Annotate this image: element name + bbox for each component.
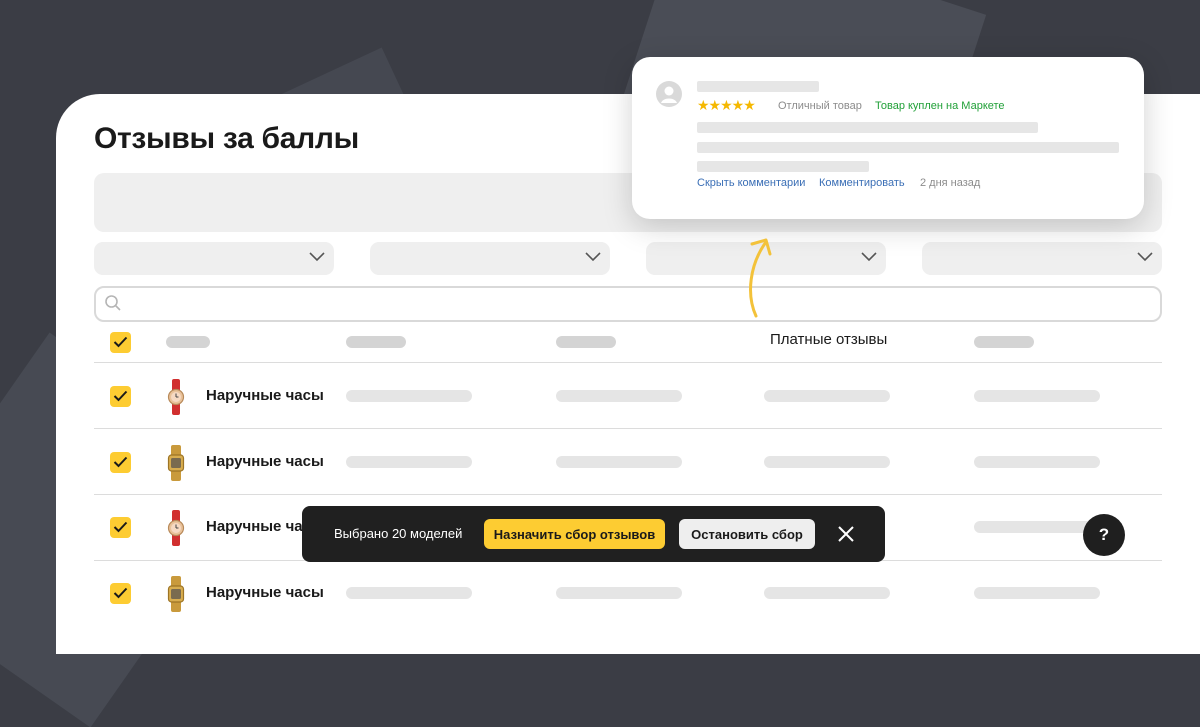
chevron-down-icon: [861, 252, 877, 262]
row-divider: [94, 494, 1162, 495]
cell-placeholder: [346, 390, 472, 402]
row-checkbox[interactable]: [110, 583, 131, 604]
review-text-placeholder: [697, 161, 869, 172]
chevron-down-icon: [309, 252, 325, 262]
watch-red-icon: [167, 379, 185, 415]
close-icon[interactable]: [836, 524, 856, 544]
chevron-down-icon: [585, 252, 601, 262]
cell-placeholder: [764, 587, 890, 599]
review-text-placeholder: [697, 142, 1119, 153]
watch-gold-icon: [167, 445, 185, 481]
product-name[interactable]: Наручные часы: [206, 584, 324, 601]
select-all-checkbox[interactable]: [110, 332, 131, 353]
search-icon: [105, 295, 121, 311]
cell-placeholder: [764, 390, 890, 402]
watch-gold-icon: [167, 576, 185, 612]
cell-placeholder: [556, 390, 682, 402]
help-button[interactable]: ?: [1083, 514, 1125, 556]
filter-dropdown[interactable]: [370, 242, 610, 275]
cell-placeholder: [346, 587, 472, 599]
row-checkbox[interactable]: [110, 386, 131, 407]
review-card: ★★★★★ Отличный товар Товар куплен на Мар…: [632, 57, 1144, 219]
cell-placeholder: [974, 587, 1100, 599]
cell-placeholder: [974, 521, 1100, 533]
product-name[interactable]: Наручные часы: [206, 387, 324, 404]
chevron-down-icon: [1137, 252, 1153, 262]
hide-comments-link[interactable]: Скрыть комментарии: [697, 177, 805, 189]
cell-placeholder: [556, 456, 682, 468]
row-checkbox[interactable]: [110, 517, 131, 538]
cell-placeholder: [764, 456, 890, 468]
search-input[interactable]: [94, 286, 1162, 322]
review-text-placeholder: [697, 122, 1038, 133]
check-icon: [113, 390, 128, 402]
check-icon: [113, 587, 128, 599]
user-avatar-icon: [656, 81, 682, 107]
check-icon: [113, 336, 128, 348]
rating-stars: ★★★★★: [697, 97, 756, 113]
page-title: Отзывы за баллы: [94, 122, 359, 155]
cell-placeholder: [346, 456, 472, 468]
cell-placeholder: [974, 390, 1100, 402]
arrow-up-icon: [749, 238, 772, 318]
row-divider: [94, 362, 1162, 363]
column-header-placeholder: [346, 336, 406, 348]
review-date: 2 дня назад: [920, 177, 981, 189]
filter-dropdown[interactable]: [922, 242, 1162, 275]
rating-label: Отличный товар: [778, 100, 862, 112]
row-divider: [94, 428, 1162, 429]
stop-collection-button[interactable]: Остановить сбор: [679, 519, 815, 549]
filter-dropdown[interactable]: [94, 242, 334, 275]
cell-placeholder: [974, 456, 1100, 468]
check-icon: [113, 521, 128, 533]
cell-placeholder: [556, 587, 682, 599]
check-icon: [113, 456, 128, 468]
column-header-placeholder: [974, 336, 1034, 348]
row-checkbox[interactable]: [110, 452, 131, 473]
comment-link[interactable]: Комментировать: [819, 177, 905, 189]
selected-count-text: Выбрано 20 моделей: [334, 526, 463, 541]
paid-reviews-column-header[interactable]: Платные отзывы: [770, 331, 887, 348]
watch-red-icon: [167, 510, 185, 546]
verified-purchase-badge: Товар куплен на Маркете: [875, 100, 1005, 112]
product-name[interactable]: Наручные часы: [206, 453, 324, 470]
assign-review-collection-button[interactable]: Назначить сбор отзывов: [484, 519, 665, 549]
column-header-placeholder: [556, 336, 616, 348]
author-name-placeholder: [697, 81, 819, 92]
column-header-placeholder: [166, 336, 210, 348]
selection-action-bar: Выбрано 20 моделей Назначить сбор отзыво…: [302, 506, 885, 562]
